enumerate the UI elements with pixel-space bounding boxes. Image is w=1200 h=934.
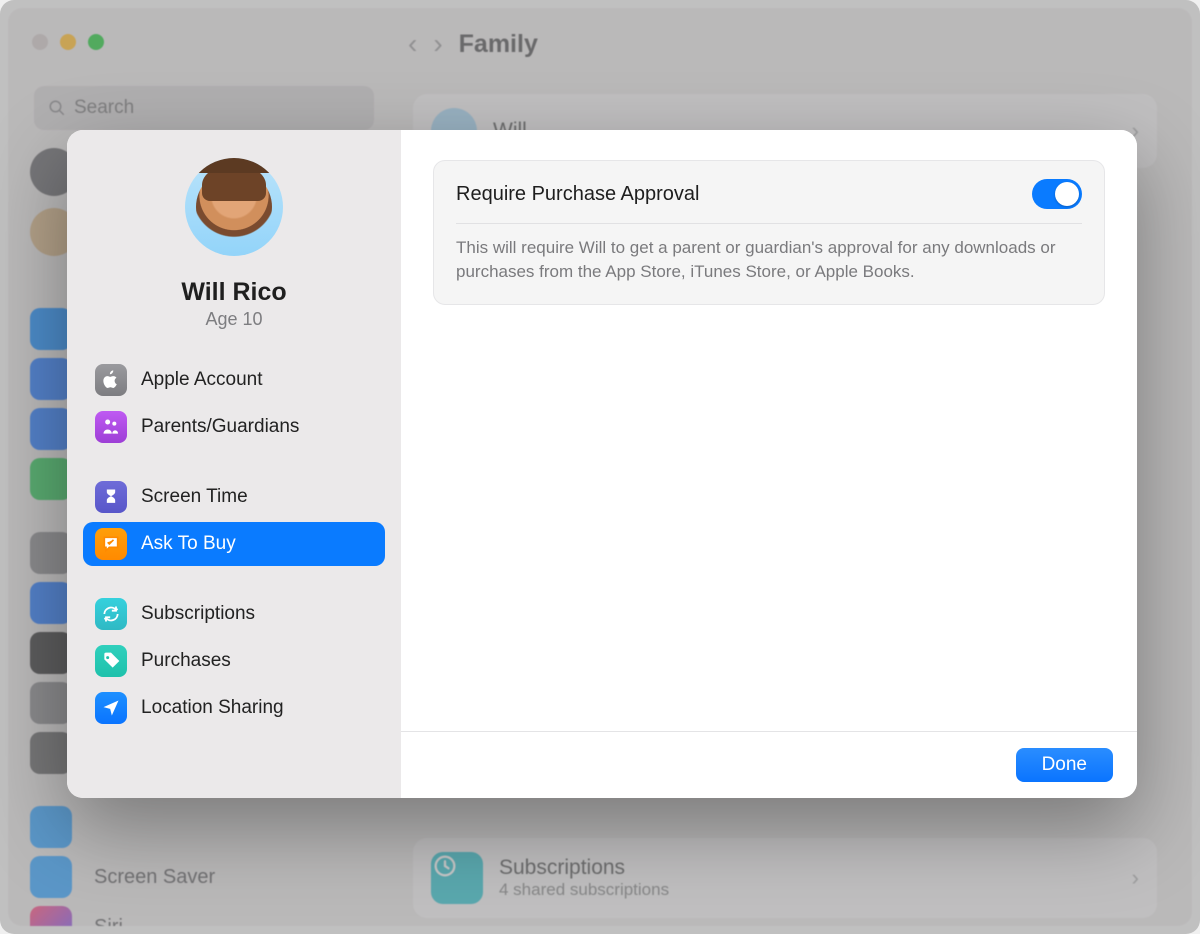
setting-title: Require Purchase Approval bbox=[456, 183, 699, 206]
family-icon bbox=[95, 411, 127, 443]
sidebar-item-label: Ask To Buy bbox=[141, 533, 236, 555]
sidebar-item-location-sharing[interactable]: Location Sharing bbox=[83, 686, 385, 730]
purchase-approval-card: Require Purchase Approval This will requ… bbox=[433, 160, 1105, 305]
modal-footer: Done bbox=[401, 731, 1137, 798]
sidebar-item-apple-account[interactable]: Apple Account bbox=[83, 358, 385, 402]
avatar bbox=[185, 158, 283, 256]
divider bbox=[456, 223, 1082, 224]
speech-check-icon bbox=[95, 528, 127, 560]
refresh-icon bbox=[95, 598, 127, 630]
family-member-settings-modal: Will Rico Age 10 Apple Account Parents/G… bbox=[67, 130, 1137, 798]
sidebar-item-label: Purchases bbox=[141, 650, 231, 672]
sidebar-item-subscriptions[interactable]: Subscriptions bbox=[83, 592, 385, 636]
setting-description: This will require Will to get a parent o… bbox=[456, 236, 1082, 284]
sidebar-item-purchases[interactable]: Purchases bbox=[83, 639, 385, 683]
profile-name: Will Rico bbox=[181, 278, 286, 307]
done-button[interactable]: Done bbox=[1016, 748, 1113, 782]
sidebar-item-label: Parents/Guardians bbox=[141, 416, 299, 438]
tag-icon bbox=[95, 645, 127, 677]
sidebar-item-screen-time[interactable]: Screen Time bbox=[83, 475, 385, 519]
modal-content: Require Purchase Approval This will requ… bbox=[401, 130, 1137, 798]
sidebar-item-ask-to-buy[interactable]: Ask To Buy bbox=[83, 522, 385, 566]
sidebar-item-label: Subscriptions bbox=[141, 603, 255, 625]
sidebar-item-parents-guardians[interactable]: Parents/Guardians bbox=[83, 405, 385, 449]
memoji-icon bbox=[196, 169, 272, 245]
location-arrow-icon bbox=[95, 692, 127, 724]
sidebar-item-label: Apple Account bbox=[141, 369, 262, 391]
sidebar-item-label: Location Sharing bbox=[141, 697, 284, 719]
hourglass-icon bbox=[95, 481, 127, 513]
profile-age: Age 10 bbox=[205, 309, 262, 330]
apple-logo-icon bbox=[95, 364, 127, 396]
sidebar-item-label: Screen Time bbox=[141, 486, 248, 508]
purchase-approval-toggle[interactable] bbox=[1032, 179, 1082, 209]
modal-sidebar: Will Rico Age 10 Apple Account Parents/G… bbox=[67, 130, 401, 798]
